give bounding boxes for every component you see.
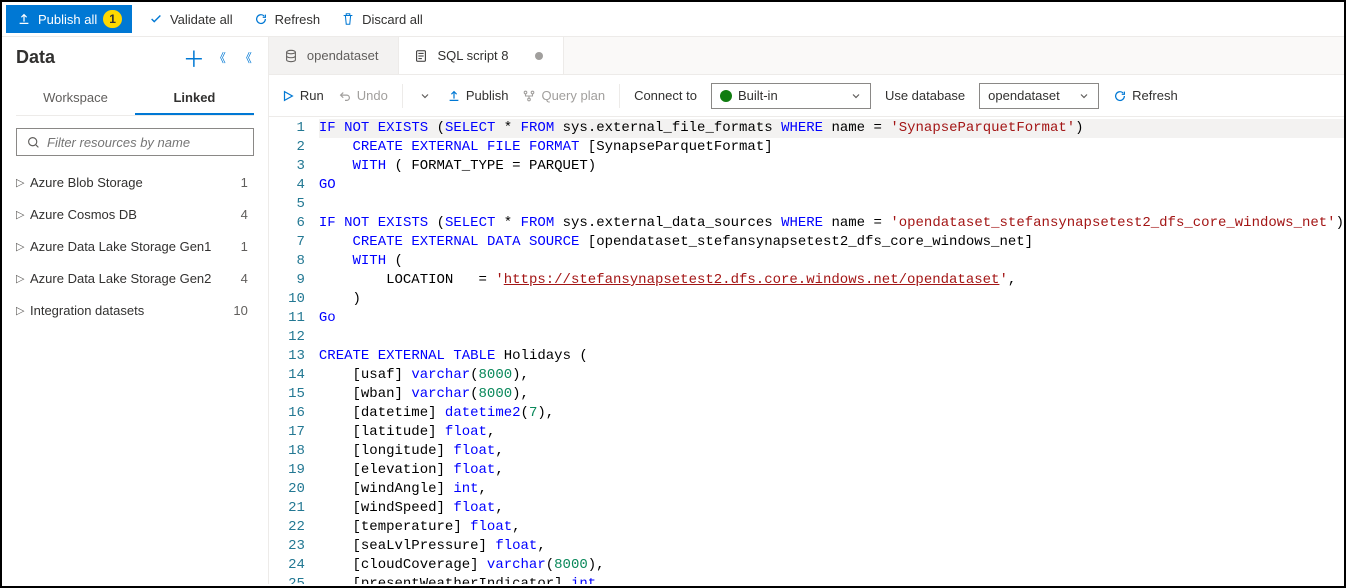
tree-item[interactable]: ▷Azure Blob Storage1 xyxy=(16,166,254,198)
search-icon xyxy=(25,134,41,150)
tree-label: Integration datasets xyxy=(30,303,233,318)
trash-icon xyxy=(340,11,356,27)
status-dot-icon xyxy=(720,90,732,102)
caret-right-icon: ▷ xyxy=(16,240,30,253)
editor-tabs: opendataset SQL script 8 xyxy=(269,37,1344,75)
tree-count: 1 xyxy=(241,175,254,190)
editor-refresh-label: Refresh xyxy=(1132,88,1178,103)
validate-all-button[interactable]: Validate all xyxy=(144,7,237,31)
caret-right-icon: ▷ xyxy=(16,304,30,317)
tree-item[interactable]: ▷Integration datasets10 xyxy=(16,294,254,326)
caret-right-icon: ▷ xyxy=(16,272,30,285)
publish-count-badge: 1 xyxy=(103,10,122,28)
check-icon xyxy=(148,11,164,27)
publish-all-button[interactable]: Publish all 1 xyxy=(6,5,132,33)
resource-tree: ▷Azure Blob Storage1▷Azure Cosmos DB4▷Az… xyxy=(16,166,254,326)
panel-title: Data xyxy=(16,47,55,68)
filter-box[interactable] xyxy=(16,128,254,156)
code-editor[interactable]: 1234567891011121314151617181920212223242… xyxy=(269,117,1344,584)
editor-panel: opendataset SQL script 8 Run Undo xyxy=(269,37,1344,584)
validate-all-label: Validate all xyxy=(170,12,233,27)
collapse-icon[interactable]: 《 xyxy=(238,50,254,66)
database-icon xyxy=(283,48,299,64)
run-button[interactable]: Run xyxy=(281,88,324,103)
code-content[interactable]: IF NOT EXISTS (SELECT * FROM sys.externa… xyxy=(319,117,1344,584)
chevron-down-icon[interactable] xyxy=(417,88,433,104)
tree-label: Azure Blob Storage xyxy=(30,175,241,190)
chevron-down-icon xyxy=(850,90,862,102)
discard-all-button[interactable]: Discard all xyxy=(336,7,427,31)
connect-value: Built-in xyxy=(738,88,778,103)
tab-workspace[interactable]: Workspace xyxy=(16,82,135,115)
tree-count: 1 xyxy=(241,239,254,254)
database-select[interactable]: opendataset xyxy=(979,83,1099,109)
divider xyxy=(619,84,620,108)
discard-all-label: Discard all xyxy=(362,12,423,27)
left-panel: Data ＋ 《 《 Workspace Linked ▷Azure Blob … xyxy=(2,37,269,584)
tree-label: Azure Cosmos DB xyxy=(30,207,241,222)
tab-linked[interactable]: Linked xyxy=(135,82,254,115)
connect-to-label: Connect to xyxy=(634,88,697,103)
refresh-button[interactable]: Refresh xyxy=(249,7,325,31)
filter-input[interactable] xyxy=(47,135,245,150)
caret-right-icon: ▷ xyxy=(16,176,30,189)
caret-right-icon: ▷ xyxy=(16,208,30,221)
refresh-label: Refresh xyxy=(275,12,321,27)
run-label: Run xyxy=(300,88,324,103)
publish-all-label: Publish all xyxy=(38,12,97,27)
use-database-label: Use database xyxy=(885,88,965,103)
database-value: opendataset xyxy=(988,88,1060,103)
editor-tab-label-1: SQL script 8 xyxy=(437,48,508,63)
publish-label: Publish xyxy=(466,88,509,103)
connect-select[interactable]: Built-in xyxy=(711,83,871,109)
tree-item[interactable]: ▷Azure Cosmos DB4 xyxy=(16,198,254,230)
publish-button[interactable]: Publish xyxy=(447,88,509,103)
panel-tabs: Workspace Linked xyxy=(16,82,254,116)
query-plan-button[interactable]: Query plan xyxy=(522,88,605,103)
line-gutter: 1234567891011121314151617181920212223242… xyxy=(269,117,319,584)
undo-button[interactable]: Undo xyxy=(338,88,388,103)
query-plan-label: Query plan xyxy=(541,88,605,103)
tree-item[interactable]: ▷Azure Data Lake Storage Gen11 xyxy=(16,230,254,262)
tree-count: 4 xyxy=(241,271,254,286)
undo-label: Undo xyxy=(357,88,388,103)
tree-item[interactable]: ▷Azure Data Lake Storage Gen24 xyxy=(16,262,254,294)
editor-refresh-button[interactable]: Refresh xyxy=(1113,88,1178,103)
editor-toolbar: Run Undo Publish Query plan Connect to xyxy=(269,75,1344,117)
refresh-icon xyxy=(253,11,269,27)
tree-count: 10 xyxy=(233,303,253,318)
top-toolbar: Publish all 1 Validate all Refresh Disca… xyxy=(2,2,1344,37)
editor-tab-sqlscript[interactable]: SQL script 8 xyxy=(399,37,563,74)
script-icon xyxy=(413,48,429,64)
tree-label: Azure Data Lake Storage Gen2 xyxy=(30,271,241,286)
editor-tab-opendataset[interactable]: opendataset xyxy=(269,37,400,74)
unsaved-dot-icon xyxy=(535,52,543,60)
tree-count: 4 xyxy=(241,207,254,222)
add-icon[interactable]: ＋ xyxy=(186,50,202,66)
tree-label: Azure Data Lake Storage Gen1 xyxy=(30,239,241,254)
editor-tab-label-0: opendataset xyxy=(307,48,379,63)
chevron-down-icon xyxy=(1078,90,1090,102)
upload-icon xyxy=(16,11,32,27)
divider xyxy=(402,84,403,108)
chevrons-icon[interactable]: 《 xyxy=(212,50,228,66)
